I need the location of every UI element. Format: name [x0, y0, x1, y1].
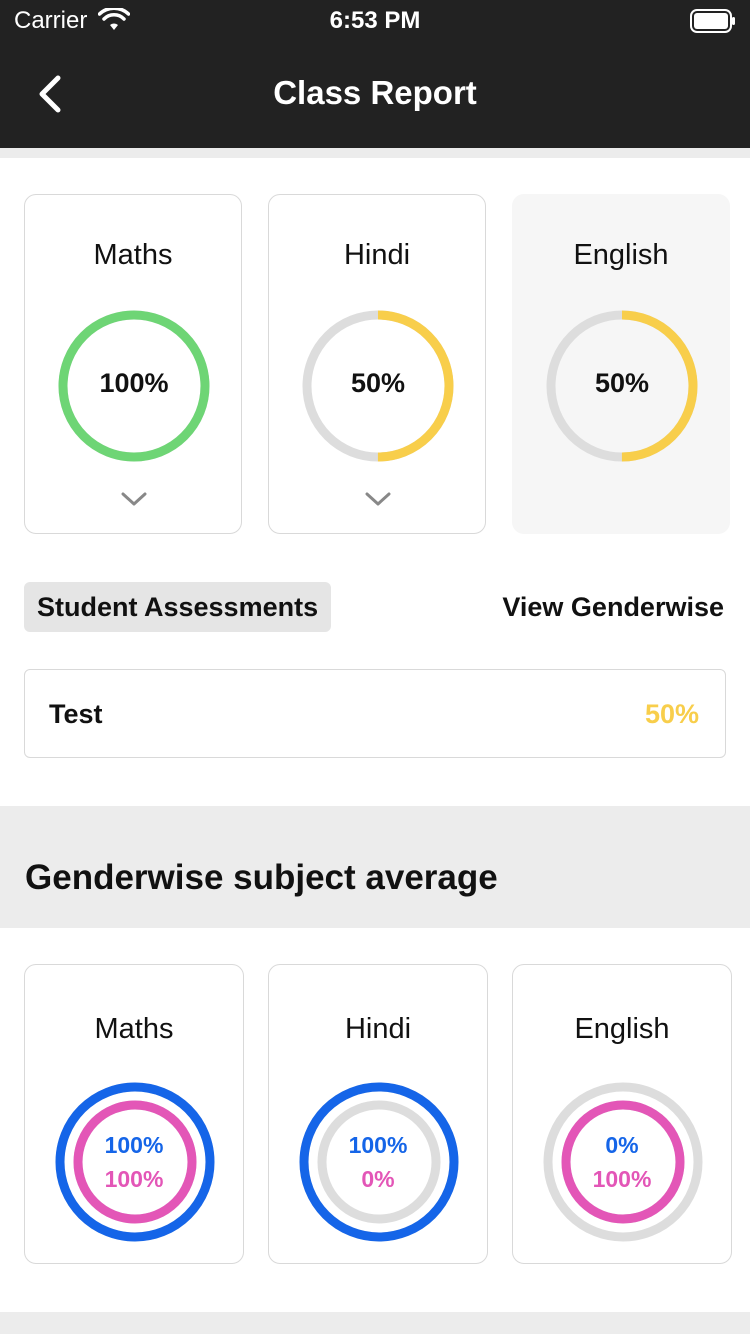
girls-percent: 100%	[592, 1166, 652, 1192]
view-genderwise-link[interactable]: View Genderwise	[502, 592, 724, 623]
divider	[0, 1312, 750, 1334]
subject-name: Maths	[94, 1013, 174, 1045]
girls-percent: 0%	[361, 1166, 395, 1192]
nav-bar: Class Report	[0, 44, 750, 148]
gender-progress-ring	[55, 1082, 215, 1242]
assessment-row[interactable]: Test 50%	[24, 669, 726, 758]
subject-card-english[interactable]: English 50%	[512, 194, 730, 534]
subject-card-hindi[interactable]: Hindi 50%	[268, 194, 486, 534]
subject-percent: 50%	[594, 368, 650, 398]
subject-percent: 100%	[99, 368, 169, 398]
divider	[0, 148, 750, 158]
girls-track	[317, 1100, 441, 1224]
chevron-down-icon[interactable]	[120, 489, 148, 509]
subject-card-maths[interactable]: Maths 100%	[24, 194, 242, 534]
genderwise-card-hindi[interactable]: Hindi 100% 0%	[268, 964, 488, 1264]
assessment-percent: 50%	[644, 699, 699, 729]
boys-percent: 100%	[348, 1132, 408, 1158]
gender-progress-ring	[299, 1082, 459, 1242]
clock: 6:53 PM	[329, 7, 421, 34]
status-bar: Carrier 6:53 PM	[0, 0, 750, 44]
genderwise-card-maths[interactable]: Maths 100% 100%	[24, 964, 244, 1264]
genderwise-card-english[interactable]: English 0% 100%	[512, 964, 732, 1264]
girls-percent: 100%	[104, 1166, 164, 1192]
girls-arc	[73, 1100, 197, 1224]
girls-arc	[561, 1100, 685, 1224]
subject-percent: 50%	[350, 368, 406, 398]
subject-name: Maths	[93, 239, 173, 271]
battery-icon	[690, 9, 735, 33]
subject-name: Hindi	[344, 1013, 412, 1045]
boys-percent: 100%	[104, 1132, 164, 1158]
tab-student-assessments[interactable]: Student Assessments	[24, 582, 332, 632]
assessment-name: Test	[49, 699, 103, 729]
page-title: Class Report	[273, 74, 477, 111]
boys-percent: 0%	[605, 1132, 639, 1158]
gender-progress-ring	[543, 1082, 703, 1242]
subject-name: English	[573, 239, 669, 271]
subject-name: English	[574, 1013, 670, 1045]
section-header: Genderwise subject average	[0, 806, 750, 928]
section-title: Genderwise subject average	[25, 858, 498, 897]
subject-name: Hindi	[343, 239, 411, 271]
chevron-down-icon[interactable]	[364, 489, 392, 509]
